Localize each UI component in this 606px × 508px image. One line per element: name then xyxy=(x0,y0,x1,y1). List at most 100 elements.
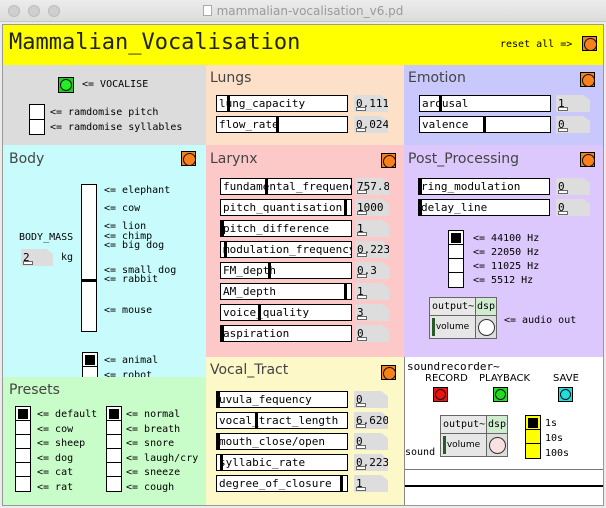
radio-cell[interactable] xyxy=(16,421,30,435)
slider-knob[interactable] xyxy=(483,117,486,132)
slider-delay-line[interactable]: delay_line xyxy=(418,199,550,216)
duration-radio[interactable] xyxy=(525,415,541,459)
number-box[interactable]: 1 xyxy=(355,283,389,300)
slider-knob[interactable] xyxy=(419,179,422,194)
number-box[interactable]: 0 xyxy=(556,116,590,133)
slider-mouth-close-open[interactable]: mouth_close/open xyxy=(216,433,348,450)
slider-knob[interactable] xyxy=(217,392,220,407)
volume-slider[interactable]: volume xyxy=(430,316,476,338)
slider-knob[interactable] xyxy=(419,200,422,215)
slider-knob[interactable] xyxy=(217,434,220,449)
save-button[interactable] xyxy=(558,387,573,402)
radio-cell[interactable] xyxy=(16,435,30,449)
radio-cell[interactable] xyxy=(107,435,121,449)
playback-button[interactable] xyxy=(493,387,508,402)
radio-cell[interactable] xyxy=(16,463,30,477)
slider-knob[interactable] xyxy=(344,284,347,299)
slider-pitch-quantisation[interactable]: pitch_quantisation xyxy=(220,199,352,216)
post-processing-reset-button[interactable] xyxy=(580,152,595,167)
number-box[interactable]: 0.223 xyxy=(355,241,389,258)
slider-uvula-fequency[interactable]: uvula_fequency xyxy=(216,391,348,408)
radio-cell[interactable] xyxy=(449,245,463,259)
slider-flow-rate[interactable]: flow_rate xyxy=(216,116,348,133)
preset-animal-radio[interactable] xyxy=(15,406,31,492)
recorder-volume-slider[interactable]: volume xyxy=(441,434,487,456)
body-mass-vertical-slider[interactable] xyxy=(81,184,97,332)
dsp-toggle[interactable]: dsp xyxy=(476,298,496,316)
slider-valence[interactable]: valence xyxy=(419,116,551,133)
slider-fm-depth[interactable]: FM_depth xyxy=(220,262,352,279)
radio-cell[interactable] xyxy=(107,421,121,435)
slider-syllabic-rate[interactable]: syllabic_rate xyxy=(216,454,348,471)
radio-cell[interactable] xyxy=(16,477,30,491)
radio-cell[interactable] xyxy=(449,259,463,273)
slider-arousal[interactable]: arousal xyxy=(419,95,551,112)
slider-knob[interactable] xyxy=(268,263,271,278)
slider-knob[interactable] xyxy=(227,96,230,111)
radio-cell[interactable] xyxy=(449,231,463,245)
recorder-dsp-toggle[interactable]: dsp xyxy=(487,416,507,434)
slider-voice-quality[interactable]: voice_quality xyxy=(220,304,352,321)
number-box[interactable]: 1 xyxy=(355,220,389,237)
randomise-syllables-toggle[interactable] xyxy=(29,119,45,135)
slider-aspiration[interactable]: aspiration xyxy=(220,325,352,342)
radio-cell[interactable] xyxy=(107,463,121,477)
sample-rate-radio[interactable] xyxy=(448,230,464,288)
radio-cell[interactable] xyxy=(449,273,463,287)
slider-knob[interactable] xyxy=(221,221,224,236)
number-box[interactable]: 757.8 xyxy=(355,178,389,195)
vocalise-button[interactable] xyxy=(58,77,74,93)
slider-knob[interactable] xyxy=(220,455,223,470)
larynx-reset-button[interactable] xyxy=(381,153,396,168)
preset-mode-radio[interactable] xyxy=(106,406,122,492)
radio-cell[interactable] xyxy=(526,444,540,458)
slider-lung-capacity[interactable]: lung_capacity xyxy=(216,95,348,112)
emotion-reset-button[interactable] xyxy=(580,72,595,87)
randomise-pitch-toggle[interactable] xyxy=(29,104,45,120)
number-box[interactable]: 0 xyxy=(556,199,590,216)
radio-cell[interactable] xyxy=(83,353,97,367)
number-box[interactable]: 1000 xyxy=(355,199,389,216)
number-box[interactable]: 1 xyxy=(354,475,388,492)
slider-modulation-frequency[interactable]: modulation_frequency xyxy=(220,241,352,258)
slider-knob[interactable] xyxy=(344,200,347,215)
slider-ring-modulation[interactable]: ring_modulation xyxy=(418,178,550,195)
slider-vocal-tract-length[interactable]: vocal_tract_length xyxy=(216,412,348,429)
slider-knob[interactable] xyxy=(255,413,258,428)
mute-button[interactable] xyxy=(478,319,495,336)
radio-cell[interactable] xyxy=(526,430,540,444)
slider-knob[interactable] xyxy=(439,96,442,111)
slider-knob[interactable] xyxy=(221,326,224,341)
slider-degree-of-closure[interactable]: degree_of_closure xyxy=(216,475,348,492)
slider-pitch-difference[interactable]: pitch_difference xyxy=(220,220,352,237)
radio-cell[interactable] xyxy=(107,407,121,421)
slider-knob[interactable] xyxy=(265,179,268,194)
number-box[interactable]: 0.3 xyxy=(355,262,389,279)
radio-cell[interactable] xyxy=(526,416,540,430)
number-box[interactable]: 0.223 xyxy=(354,454,388,471)
slider-knob[interactable] xyxy=(340,476,343,491)
vocal-tract-reset-button[interactable] xyxy=(381,365,396,380)
body-reset-button[interactable] xyxy=(181,151,196,166)
number-box[interactable]: 0 xyxy=(556,178,590,195)
reset-all-button[interactable] xyxy=(582,36,597,51)
body-mass-number[interactable]: 2 xyxy=(21,249,53,266)
body-mass-slider-knob[interactable] xyxy=(82,279,96,282)
recorder-mute-button[interactable] xyxy=(489,437,506,454)
number-box[interactable]: 0 xyxy=(354,391,388,408)
number-box[interactable]: 0.111 xyxy=(354,95,388,112)
slider-am-depth[interactable]: AM_depth xyxy=(220,283,352,300)
radio-cell[interactable] xyxy=(107,449,121,463)
slider-fundamental-frequency[interactable]: fundamental_frequency xyxy=(220,178,352,195)
radio-cell[interactable] xyxy=(107,477,121,491)
record-button[interactable] xyxy=(433,387,448,402)
number-box[interactable]: 0 xyxy=(354,433,388,450)
slider-knob[interactable] xyxy=(276,117,279,132)
radio-cell[interactable] xyxy=(16,449,30,463)
radio-cell[interactable] xyxy=(16,407,30,421)
number-box[interactable]: 1 xyxy=(556,95,590,112)
number-box[interactable]: 0 xyxy=(355,325,389,342)
slider-knob[interactable] xyxy=(258,305,261,320)
number-box[interactable]: 3 xyxy=(355,304,389,321)
slider-knob[interactable] xyxy=(224,242,227,257)
